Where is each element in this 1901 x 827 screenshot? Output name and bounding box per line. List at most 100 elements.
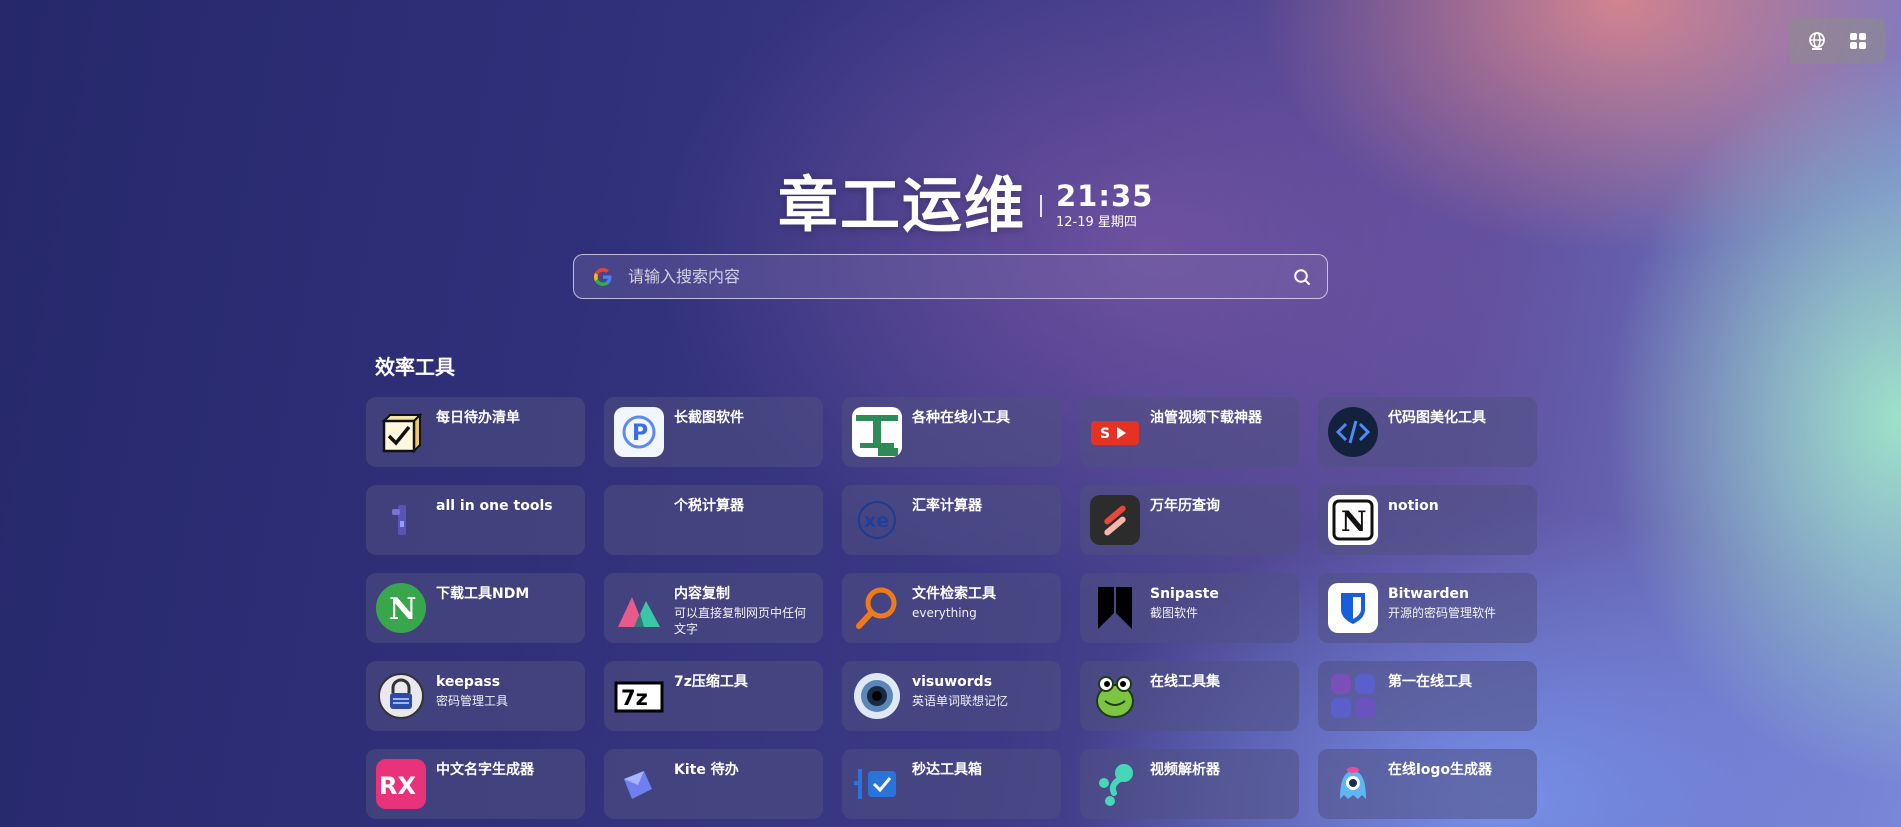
card-name: keepass bbox=[436, 674, 501, 690]
card-name: 下载工具NDM bbox=[436, 586, 530, 602]
card-text: all in one tools bbox=[436, 495, 553, 517]
card-text: Bitwarden 开源的密码管理软件 bbox=[1388, 583, 1496, 621]
apps-grid-icon[interactable] bbox=[1844, 27, 1872, 55]
card-text: notion bbox=[1388, 495, 1439, 517]
globe-icon[interactable] bbox=[1803, 27, 1831, 55]
code-icon bbox=[1328, 407, 1378, 457]
tool-card[interactable]: S 油管视频下载神器 bbox=[1080, 397, 1299, 467]
snipaste-icon bbox=[1090, 583, 1140, 633]
clock-time: 21:35 bbox=[1056, 179, 1154, 213]
card-name: 文件检索工具 bbox=[912, 586, 996, 602]
card-name: 在线logo生成器 bbox=[1388, 762, 1493, 778]
keepass-lock-icon bbox=[376, 671, 426, 721]
tool-card[interactable]: 每日待办清单 bbox=[366, 397, 585, 467]
svg-text:S: S bbox=[1100, 426, 1110, 442]
youtube-download-icon: S bbox=[1090, 407, 1140, 457]
tool-card[interactable]: N 下载工具NDM bbox=[366, 573, 585, 643]
header: 章工运维 21:35 12-19 星期四 bbox=[778, 172, 1153, 240]
card-text: 在线logo生成器 bbox=[1388, 759, 1492, 781]
title-divider bbox=[1040, 195, 1042, 217]
svg-text:N: N bbox=[1341, 505, 1367, 538]
tool-card[interactable]: 个税计算器 bbox=[604, 485, 823, 555]
everything-search-icon bbox=[852, 583, 902, 633]
svg-text:P: P bbox=[632, 421, 648, 446]
all-in-one-icon bbox=[376, 495, 426, 545]
svg-text:xe: xe bbox=[864, 510, 889, 532]
checkbox-icon bbox=[376, 407, 426, 457]
search-icon[interactable] bbox=[1291, 266, 1313, 288]
tool-card[interactable]: 万年历查询 bbox=[1080, 485, 1299, 555]
section-title: 效率工具 bbox=[375, 355, 455, 379]
video-parser-icon bbox=[1090, 759, 1140, 809]
card-text: 各种在线小工具 bbox=[912, 407, 1010, 429]
site-title: 章工运维 bbox=[778, 171, 1026, 241]
card-text: 万年历查询 bbox=[1150, 495, 1220, 517]
card-name: Snipaste bbox=[1150, 586, 1219, 602]
google-icon[interactable] bbox=[592, 266, 614, 288]
tool-card[interactable]: 7z 7z压缩工具 bbox=[604, 661, 823, 731]
card-text: 长截图软件 bbox=[674, 407, 744, 429]
card-name: 代码图美化工具 bbox=[1388, 410, 1486, 426]
card-text: Snipaste 截图软件 bbox=[1150, 583, 1219, 621]
tool-card[interactable]: 秒达工具箱 bbox=[842, 749, 1061, 819]
card-name: 每日待办清单 bbox=[436, 410, 520, 426]
tool-card[interactable]: 第一在线工具 bbox=[1318, 661, 1537, 731]
tool-card[interactable]: 在线logo生成器 bbox=[1318, 749, 1537, 819]
tool-card[interactable]: RX 中文名字生成器 bbox=[366, 749, 585, 819]
tool-card[interactable]: xe 汇率计算器 bbox=[842, 485, 1061, 555]
tiles-icon bbox=[1328, 671, 1378, 721]
card-text: visuwords 英语单词联想记忆 bbox=[912, 671, 1008, 709]
card-text: 每日待办清单 bbox=[436, 407, 520, 429]
tool-card[interactable]: 视频解析器 bbox=[1080, 749, 1299, 819]
frog-icon bbox=[1090, 671, 1140, 721]
card-desc: 英语单词联想记忆 bbox=[912, 694, 1009, 708]
calendar-icon bbox=[1090, 495, 1140, 545]
card-name: 个税计算器 bbox=[674, 498, 744, 514]
card-name: Bitwarden bbox=[1388, 586, 1469, 602]
search-input[interactable] bbox=[628, 267, 1291, 286]
card-name: visuwords bbox=[912, 674, 993, 690]
card-text: 第一在线工具 bbox=[1388, 671, 1472, 693]
tool-card[interactable]: keepass 密码管理工具 bbox=[366, 661, 585, 731]
card-name: 长截图软件 bbox=[674, 410, 744, 426]
card-name: 秒达工具箱 bbox=[912, 762, 982, 778]
notion-icon: N bbox=[1328, 495, 1378, 545]
card-text: 在线工具集 bbox=[1150, 671, 1220, 693]
card-text: 视频解析器 bbox=[1150, 759, 1220, 781]
tool-card[interactable]: N notion bbox=[1318, 485, 1537, 555]
tool-card[interactable]: 各种在线小工具 bbox=[842, 397, 1061, 467]
tool-card[interactable]: Snipaste 截图软件 bbox=[1080, 573, 1299, 643]
card-name: Kite 待办 bbox=[674, 762, 739, 778]
card-text: 内容复制 可以直接复制网页中任何文字 bbox=[674, 583, 813, 637]
card-name: 在线工具集 bbox=[1150, 674, 1220, 690]
card-text: 代码图美化工具 bbox=[1388, 407, 1486, 429]
card-name: all in one tools bbox=[436, 498, 553, 514]
tool-card[interactable]: 在线工具集 bbox=[1080, 661, 1299, 731]
card-text: 中文名字生成器 bbox=[436, 759, 534, 781]
tool-card[interactable]: 代码图美化工具 bbox=[1318, 397, 1537, 467]
tool-card[interactable]: 内容复制 可以直接复制网页中任何文字 bbox=[604, 573, 823, 643]
kite-icon bbox=[614, 759, 664, 809]
web-tools-icon bbox=[852, 407, 902, 457]
card-text: 秒达工具箱 bbox=[912, 759, 982, 781]
tool-card[interactable]: visuwords 英语单词联想记忆 bbox=[842, 661, 1061, 731]
card-name: 油管视频下载神器 bbox=[1150, 410, 1262, 426]
logo-maker-icon bbox=[1328, 759, 1378, 809]
svg-text:7z: 7z bbox=[621, 686, 648, 710]
tool-card[interactable]: Kite 待办 bbox=[604, 749, 823, 819]
card-name: notion bbox=[1388, 498, 1439, 514]
tool-card[interactable]: P 长截图软件 bbox=[604, 397, 823, 467]
tool-card[interactable]: all in one tools bbox=[366, 485, 585, 555]
rx-icon: RX bbox=[376, 759, 426, 809]
card-desc: 截图软件 bbox=[1150, 606, 1199, 620]
copy-content-icon bbox=[614, 583, 664, 633]
card-name: 万年历查询 bbox=[1150, 498, 1220, 514]
card-name: 内容复制 bbox=[674, 586, 730, 602]
card-text: 7z压缩工具 bbox=[674, 671, 748, 693]
picpick-icon: P bbox=[614, 407, 664, 457]
xe-icon: xe bbox=[852, 495, 902, 545]
card-text: 汇率计算器 bbox=[912, 495, 982, 517]
card-desc: 开源的密码管理软件 bbox=[1388, 606, 1497, 620]
tool-card[interactable]: Bitwarden 开源的密码管理软件 bbox=[1318, 573, 1537, 643]
tool-card[interactable]: 文件检索工具 everything bbox=[842, 573, 1061, 643]
